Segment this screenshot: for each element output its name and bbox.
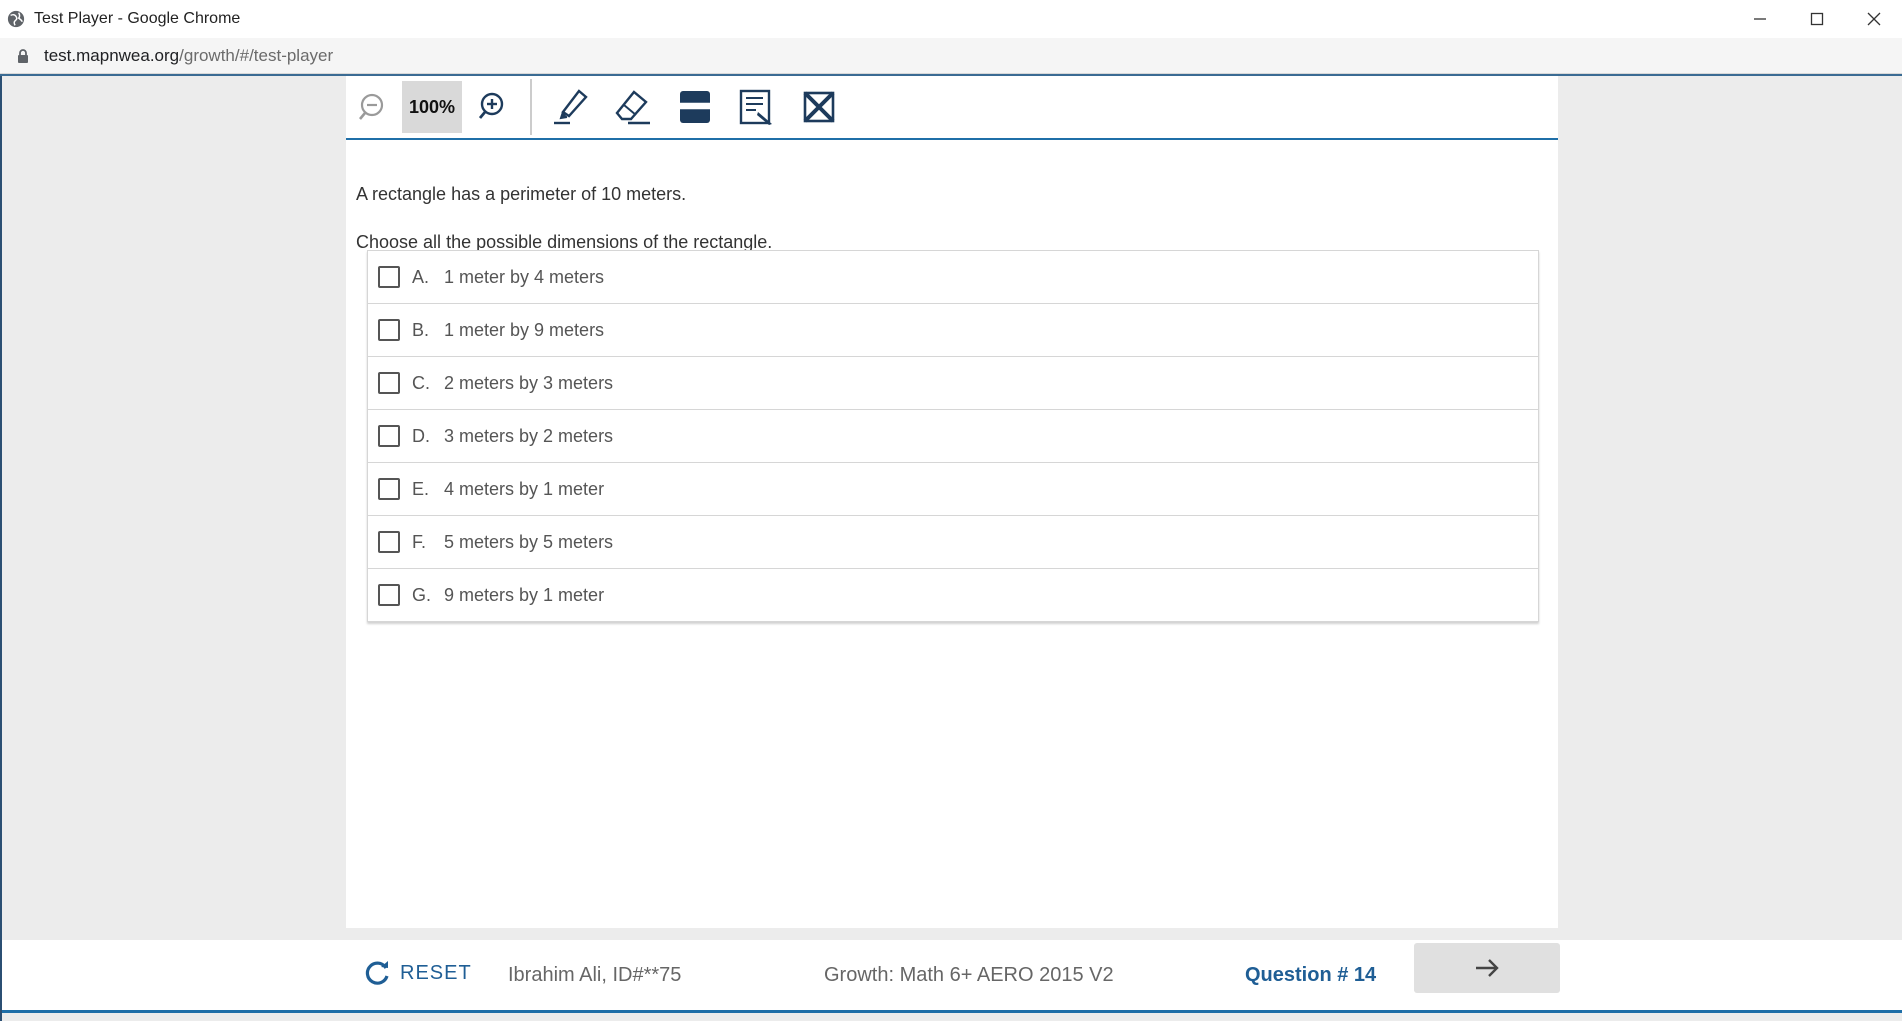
choice-d[interactable]: D. 3 meters by 2 meters: [368, 410, 1538, 463]
notepad-button[interactable]: [726, 79, 788, 135]
line-reader-button[interactable]: [664, 79, 726, 135]
choice-text: 2 meters by 3 meters: [444, 372, 614, 393]
choice-e[interactable]: E. 4 meters by 1 meter: [368, 463, 1538, 516]
refresh-icon: [365, 961, 389, 985]
close-icon: [1867, 12, 1881, 26]
choice-text: 1 meter by 4 meters: [444, 266, 605, 287]
prompt-text-after: the possible dimensions of the rectangle…: [441, 232, 773, 252]
student-info: Ibrahim Ali, ID#**75: [508, 963, 682, 986]
choice-text: 3 meters by 2 meters: [444, 425, 614, 446]
answer-eliminator-icon: [803, 91, 835, 123]
choice-checkbox[interactable]: [378, 425, 400, 447]
prompt-emphasis: all: [423, 232, 442, 252]
choice-text: 5 meters by 5 meters: [444, 531, 614, 552]
choice-f[interactable]: F. 5 meters by 5 meters: [368, 516, 1538, 569]
zoom-in-icon: [478, 92, 504, 119]
lock-icon: [18, 48, 28, 63]
answer-choices: A. 1 meter by 4 meters B. 1 meter by 9 m…: [367, 250, 1539, 622]
reset-label: RESET: [400, 961, 472, 984]
window-title: Test Player - Google Chrome: [34, 10, 241, 27]
globe-icon: [7, 10, 25, 28]
reset-button[interactable]: RESET: [362, 951, 472, 995]
answer-eliminator-button[interactable]: [788, 79, 850, 135]
choice-a[interactable]: A. 1 meter by 4 meters: [368, 251, 1538, 304]
choice-letter: A.: [412, 266, 430, 287]
zoom-in-button[interactable]: [462, 79, 522, 135]
zoom-level-display: 100%: [402, 81, 462, 133]
minimize-button[interactable]: [1732, 0, 1788, 38]
choice-letter: F.: [412, 531, 427, 552]
highlighter-button[interactable]: [540, 79, 602, 135]
choice-letter: E.: [412, 478, 430, 499]
toolbar-divider: [530, 79, 532, 135]
choice-letter: B.: [412, 319, 430, 340]
maximize-button[interactable]: [1789, 0, 1845, 38]
choice-checkbox[interactable]: [378, 372, 400, 394]
choice-text: 9 meters by 1 meter: [444, 584, 605, 605]
choice-c[interactable]: C. 2 meters by 3 meters: [368, 357, 1538, 410]
url-host: test.mapnwea.org: [44, 45, 180, 65]
minimize-icon: [1754, 18, 1766, 20]
prompt-text-before: Choose: [356, 232, 424, 252]
choice-checkbox[interactable]: [378, 478, 400, 500]
test-content-panel: 100% A rectangle has a perimeter of 10 m…: [346, 76, 1558, 928]
choice-letter: G.: [412, 584, 432, 605]
question-number: Question # 14: [1245, 963, 1377, 986]
choice-text: 4 meters by 1 meter: [444, 478, 605, 499]
close-window-button[interactable]: [1846, 0, 1902, 38]
next-question-button[interactable]: [1414, 943, 1560, 993]
choice-text: 1 meter by 9 meters: [444, 319, 605, 340]
url-path: /growth/#/test-player: [179, 45, 334, 65]
choice-checkbox[interactable]: [378, 319, 400, 341]
eraser-icon: [615, 90, 650, 125]
choice-checkbox[interactable]: [378, 266, 400, 288]
choice-checkbox[interactable]: [378, 531, 400, 553]
choice-g[interactable]: G. 9 meters by 1 meter: [368, 569, 1538, 621]
question-stem: A rectangle has a perimeter of 10 meters…: [356, 184, 687, 204]
test-toolbar: 100%: [346, 76, 1558, 140]
window-title-bar: Test Player - Google Chrome: [0, 0, 1902, 38]
test-footer-bar: RESET Ibrahim Ali, ID#**75 Growth: Math …: [2, 940, 1902, 1013]
choice-b[interactable]: B. 1 meter by 9 meters: [368, 304, 1538, 357]
arrow-right-icon: [1476, 959, 1499, 977]
choice-letter: C.: [412, 372, 430, 393]
notepad-icon: [739, 89, 772, 125]
highlighter-icon: [554, 89, 588, 125]
maximize-icon: [1810, 12, 1824, 26]
choice-checkbox[interactable]: [378, 584, 400, 606]
zoom-out-button[interactable]: [346, 79, 402, 135]
test-name: Growth: Math 6+ AERO 2015 V2: [824, 963, 1114, 986]
choice-letter: D.: [412, 425, 430, 446]
eraser-button[interactable]: [602, 79, 664, 135]
address-bar[interactable]: test.mapnwea.org/growth/#/test-player: [0, 38, 1902, 74]
line-reader-icon: [680, 91, 710, 123]
zoom-out-icon: [359, 93, 384, 120]
